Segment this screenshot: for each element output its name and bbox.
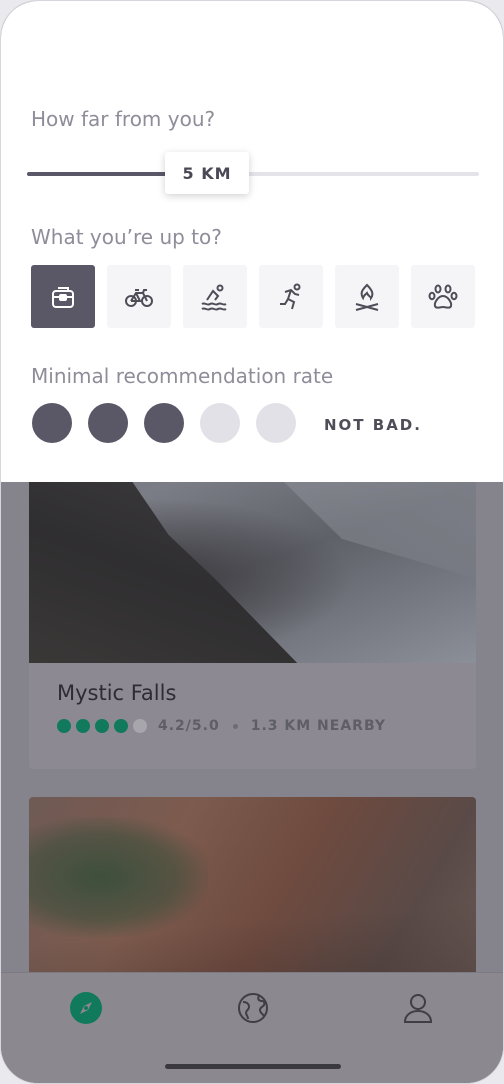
activity-camping-button[interactable] xyxy=(335,265,399,328)
swimming-icon xyxy=(201,284,227,311)
profile-icon xyxy=(403,994,433,1023)
rating-dot xyxy=(76,719,90,733)
campfire-icon xyxy=(355,283,379,311)
rating-option[interactable] xyxy=(32,403,72,443)
rating-option[interactable] xyxy=(144,403,184,443)
rating-label: Minimal recommendation rate xyxy=(31,364,334,388)
place-title: Mystic Falls xyxy=(57,681,177,705)
phone-screen: Mystic Falls 4.2/5.0 1.3 KM NEARBY How f… xyxy=(0,0,504,1084)
rating-dot xyxy=(57,719,71,733)
rating-dot xyxy=(133,719,147,733)
rating-option[interactable] xyxy=(256,403,296,443)
bicycle-icon xyxy=(125,288,153,307)
backpack-icon xyxy=(52,286,74,308)
rating-value-label: NOT BAD. xyxy=(324,416,422,434)
distance-slider-track[interactable] xyxy=(27,172,479,176)
activity-cycling-button[interactable] xyxy=(107,265,171,328)
activity-label: What you’re up to? xyxy=(31,225,222,249)
separator-dot xyxy=(232,723,238,729)
bottom-tab-bar xyxy=(1,972,503,1083)
distance-slider-handle[interactable]: 5 KM xyxy=(165,152,249,194)
rating-selector xyxy=(32,403,296,443)
running-icon xyxy=(280,283,301,309)
activity-options xyxy=(31,265,475,328)
distance-label: How far from you? xyxy=(31,107,216,131)
place-distance: 1.3 KM NEARBY xyxy=(250,718,386,734)
rating-score: 4.2/5.0 xyxy=(158,718,220,734)
distance-slider-fill xyxy=(27,172,185,176)
home-indicator[interactable] xyxy=(165,1064,341,1069)
filter-sheet: How far from you? 5 KM What you’re up to… xyxy=(1,1,503,482)
rating-dot xyxy=(95,719,109,733)
rating-option[interactable] xyxy=(88,403,128,443)
tab-profile[interactable] xyxy=(401,991,435,1025)
place-card[interactable] xyxy=(29,797,476,997)
tab-globe[interactable] xyxy=(236,991,270,1025)
activity-swimming-button[interactable] xyxy=(183,265,247,328)
activity-hiking-button[interactable] xyxy=(31,265,95,328)
explore-icon xyxy=(70,992,102,1024)
globe-icon xyxy=(238,993,268,1023)
activity-pets-button[interactable] xyxy=(411,265,475,328)
tab-explore[interactable] xyxy=(69,991,103,1025)
place-card-body: Mystic Falls 4.2/5.0 1.3 KM NEARBY xyxy=(29,663,476,769)
place-rating: 4.2/5.0 1.3 KM NEARBY xyxy=(57,718,386,734)
rating-option[interactable] xyxy=(200,403,240,443)
activity-running-button[interactable] xyxy=(259,265,323,328)
paw-icon xyxy=(428,284,458,309)
rating-dot xyxy=(114,719,128,733)
place-photo xyxy=(29,797,476,997)
